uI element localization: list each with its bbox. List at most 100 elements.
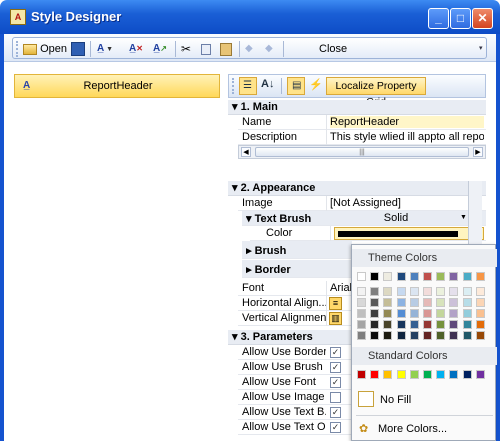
- color-swatch[interactable]: [383, 287, 393, 296]
- color-swatch[interactable]: [462, 320, 472, 329]
- color-swatch[interactable]: [423, 320, 432, 329]
- text-brush-value[interactable]: Solid: [330, 212, 462, 224]
- color-swatch[interactable]: [370, 272, 380, 281]
- toolbar-overflow-icon[interactable]: ▾: [479, 41, 483, 57]
- localize-property-grid-button[interactable]: Localize Property Grid: [326, 77, 426, 108]
- align-top-icon[interactable]: ▥: [329, 312, 342, 325]
- allow-use-image-checkbox[interactable]: [330, 392, 341, 403]
- minimize-button[interactable]: _: [428, 8, 449, 29]
- property-row-vertical-alignment[interactable]: Vertical Alignment ▥: [238, 311, 352, 326]
- color-swatch[interactable]: [475, 272, 485, 281]
- color-swatch[interactable]: [409, 298, 419, 307]
- color-swatch[interactable]: [383, 298, 393, 307]
- color-picker-field[interactable]: ▼: [334, 227, 484, 240]
- color-swatch[interactable]: [436, 287, 446, 296]
- param-row[interactable]: Allow Use Image: [238, 390, 352, 405]
- color-swatch[interactable]: [462, 287, 472, 296]
- color-swatch[interactable]: [436, 370, 446, 379]
- color-swatch[interactable]: [436, 320, 446, 329]
- color-swatch[interactable]: [436, 331, 446, 340]
- property-row-text-brush[interactable]: ▾ Text Brush Solid ▼: [242, 211, 486, 226]
- category-appearance[interactable]: ▾ 2. Appearance: [228, 181, 486, 196]
- color-swatch[interactable]: [436, 298, 446, 307]
- color-swatch[interactable]: [396, 272, 406, 281]
- color-swatch[interactable]: [370, 309, 380, 318]
- color-swatch[interactable]: [396, 320, 406, 329]
- color-swatch[interactable]: [370, 331, 380, 340]
- color-swatch[interactable]: [462, 370, 472, 379]
- get-styles-button[interactable]: A̲↗: [153, 41, 167, 57]
- color-swatch[interactable]: [370, 287, 380, 296]
- color-swatch[interactable]: [409, 370, 419, 379]
- description-value[interactable]: This style wlied ill appto all report he…: [330, 131, 484, 143]
- paste-button[interactable]: [220, 41, 232, 57]
- align-left-icon[interactable]: ≡: [329, 297, 342, 310]
- color-swatch[interactable]: [475, 298, 485, 307]
- scroll-left-icon[interactable]: ◀: [241, 147, 251, 157]
- allow-use-brush-checkbox[interactable]: ✓: [330, 362, 341, 373]
- color-swatch[interactable]: [475, 309, 485, 318]
- color-swatch[interactable]: [409, 272, 419, 281]
- color-swatch[interactable]: [357, 309, 366, 318]
- color-swatch[interactable]: [409, 287, 419, 296]
- scroll-thumb[interactable]: |||: [255, 147, 469, 157]
- font-value[interactable]: Arial,8: [330, 282, 352, 294]
- color-swatch[interactable]: [423, 287, 432, 296]
- color-swatch[interactable]: [396, 370, 406, 379]
- close-window-button[interactable]: ✕: [472, 8, 493, 29]
- color-swatch[interactable]: [449, 298, 459, 307]
- properties-button[interactable]: ▤: [287, 77, 305, 95]
- events-button[interactable]: ⚡: [309, 78, 323, 91]
- color-swatch[interactable]: [449, 272, 459, 281]
- more-colors-option[interactable]: ✿ More Colors...: [352, 419, 497, 439]
- color-swatch[interactable]: [423, 331, 432, 340]
- color-swatch[interactable]: [357, 370, 366, 379]
- save-button[interactable]: [71, 41, 85, 57]
- close-button[interactable]: Close: [319, 41, 347, 57]
- color-swatch[interactable]: [423, 370, 432, 379]
- color-swatch[interactable]: [449, 370, 459, 379]
- color-swatch[interactable]: [475, 331, 485, 340]
- color-swatch[interactable]: [436, 272, 446, 281]
- color-swatch[interactable]: [462, 272, 472, 281]
- color-swatch[interactable]: [370, 298, 380, 307]
- color-swatch[interactable]: [462, 309, 472, 318]
- color-swatch[interactable]: [357, 287, 366, 296]
- horizontal-scrollbar[interactable]: ◀ ||| ▶: [238, 145, 486, 159]
- scroll-right-icon[interactable]: ▶: [473, 147, 483, 157]
- color-swatch[interactable]: [462, 298, 472, 307]
- color-swatch[interactable]: [449, 309, 459, 318]
- style-list-item-reportheader[interactable]: A̲ ReportHeader: [14, 74, 220, 98]
- property-row-color[interactable]: Color ▼: [250, 226, 486, 241]
- no-fill-option[interactable]: No Fill: [352, 387, 497, 412]
- color-swatch[interactable]: [396, 287, 406, 296]
- color-swatch[interactable]: [449, 287, 459, 296]
- param-row[interactable]: Allow Use Font ✓: [238, 375, 352, 390]
- color-swatch[interactable]: [370, 320, 380, 329]
- color-swatch[interactable]: [357, 331, 366, 340]
- color-swatch[interactable]: [383, 320, 393, 329]
- color-swatch[interactable]: [357, 298, 366, 307]
- alphabetical-button[interactable]: A↓: [261, 78, 274, 90]
- color-swatch[interactable]: [383, 370, 393, 379]
- color-swatch[interactable]: [423, 309, 432, 318]
- cut-button[interactable]: ✂: [181, 41, 191, 57]
- allow-use-font-checkbox[interactable]: ✓: [330, 377, 341, 388]
- toolbar-grip[interactable]: [232, 78, 235, 94]
- name-value[interactable]: ReportHeader: [330, 116, 484, 128]
- color-swatch[interactable]: [462, 331, 472, 340]
- color-swatch[interactable]: [409, 320, 419, 329]
- color-swatch[interactable]: [383, 331, 393, 340]
- color-swatch[interactable]: [409, 331, 419, 340]
- categorized-button[interactable]: ☰: [239, 77, 257, 95]
- color-swatch[interactable]: [357, 272, 366, 281]
- color-swatch[interactable]: [396, 298, 406, 307]
- property-row-name[interactable]: Name ReportHeader: [238, 115, 486, 130]
- dropdown-arrow-icon[interactable]: ▼: [460, 214, 467, 221]
- color-swatch[interactable]: [357, 320, 366, 329]
- move-down-button[interactable]: ◆: [265, 41, 273, 57]
- color-swatch[interactable]: [396, 331, 406, 340]
- remove-style-button[interactable]: A̲✕: [129, 41, 143, 57]
- color-swatch[interactable]: [436, 309, 446, 318]
- property-row-image[interactable]: Image [Not Assigned] …: [238, 196, 486, 211]
